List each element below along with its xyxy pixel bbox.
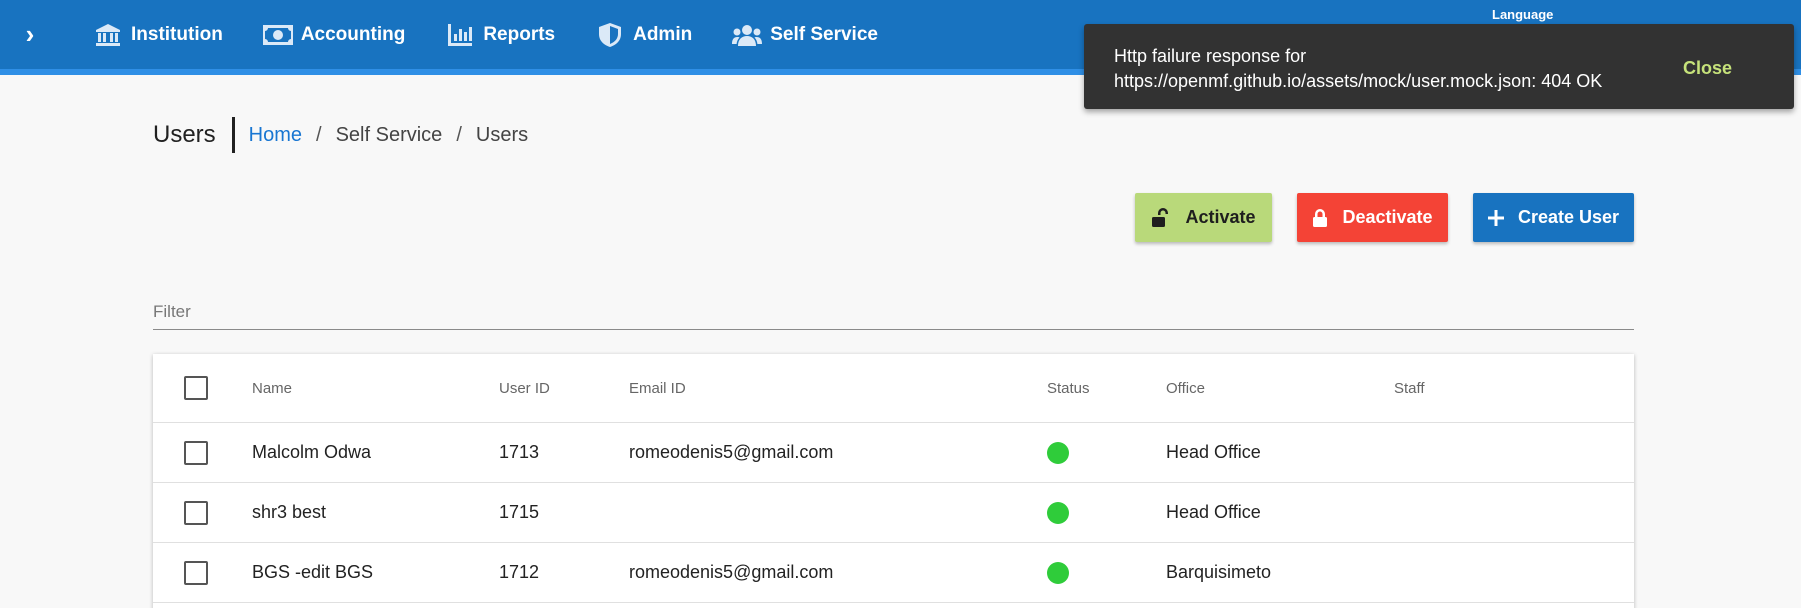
row-checkbox[interactable]	[184, 440, 208, 465]
sidebar-toggle-chevron-icon[interactable]: ›	[18, 20, 42, 48]
nav-item-label: Accounting	[300, 24, 406, 45]
deactivate-button[interactable]: Deactivate	[1297, 193, 1448, 242]
language-label: Language	[1492, 7, 1554, 22]
user-office: Head Office	[1166, 442, 1261, 462]
row-select-cell	[184, 483, 208, 542]
filter-field	[153, 298, 1634, 330]
nav-item-label: Self Service	[770, 24, 878, 45]
table-row[interactable]: BGS -edit BGS 1712 romeodenis5@gmail.com…	[153, 543, 1634, 603]
breadcrumb: Home / Self Service / Users	[249, 124, 528, 147]
filter-input[interactable]	[153, 298, 1634, 326]
column-header-user-id[interactable]: User ID	[499, 354, 550, 422]
create-user-button[interactable]: Create User	[1473, 193, 1634, 242]
nav-item-label: Institution	[131, 24, 223, 45]
column-header-staff[interactable]: Staff	[1394, 354, 1425, 422]
deactivate-label: Deactivate	[1342, 207, 1433, 227]
status-cell	[1047, 543, 1069, 602]
nav-item-self-service[interactable]: Self Service	[732, 18, 878, 52]
row-select-cell	[184, 423, 208, 482]
breadcrumb-self-service: Self Service	[335, 123, 443, 146]
nav-item-reports[interactable]: Reports	[445, 18, 555, 52]
nav-item-accounting[interactable]: Accounting	[262, 18, 406, 52]
status-active-indicator	[1047, 441, 1069, 464]
select-all-checkbox[interactable]	[184, 376, 208, 400]
money-icon	[262, 23, 293, 47]
snackbar-close-button[interactable]: Close	[1683, 58, 1732, 79]
user-name: shr3 best	[252, 502, 327, 522]
table-row[interactable]: Malcolm Odwa 1713 romeodenis5@gmail.com …	[153, 423, 1634, 483]
nav-item-label: Admin	[633, 24, 693, 45]
status-cell	[1047, 483, 1069, 542]
row-checkbox[interactable]	[184, 500, 208, 525]
shield-icon	[595, 23, 625, 47]
user-id: 1713	[499, 442, 540, 462]
table-header-row: Name User ID Email ID Status Office Staf…	[153, 354, 1634, 423]
user-office: Barquisimeto	[1166, 562, 1272, 582]
user-id: 1715	[499, 502, 540, 522]
breadcrumb-home-link[interactable]: Home	[249, 124, 302, 147]
row-select-cell	[184, 543, 208, 602]
nav-item-label: Reports	[483, 24, 556, 45]
user-office: Head Office	[1166, 502, 1261, 522]
user-email: romeodenis5@gmail.com	[629, 562, 834, 582]
snackbar-message: Http failure response for https://openmf…	[1114, 46, 1603, 91]
status-active-indicator	[1047, 501, 1069, 524]
institution-icon	[93, 23, 123, 47]
breadcrumb-separator: /	[456, 123, 462, 146]
bar-chart-icon	[445, 23, 475, 47]
user-name: Malcolm Odwa	[252, 442, 372, 462]
create-user-label: Create User	[1517, 207, 1620, 227]
user-email: romeodenis5@gmail.com	[629, 442, 834, 462]
user-id: 1712	[499, 562, 540, 582]
lock-open-icon	[1151, 207, 1171, 228]
error-snackbar: Http failure response for https://openmf…	[1084, 24, 1794, 109]
column-header-name[interactable]: Name	[252, 354, 292, 422]
status-active-indicator	[1047, 561, 1069, 584]
column-header-status[interactable]: Status	[1047, 354, 1090, 422]
breadcrumb-users: Users	[475, 123, 529, 146]
table-row[interactable]: shr3 best 1715 Head Office	[153, 483, 1634, 543]
main-nav: Institution Accounting Reports Admin Sel…	[93, 18, 918, 52]
page-title: Users	[153, 117, 235, 153]
users-icon	[732, 23, 763, 47]
status-cell	[1047, 423, 1069, 482]
page-header: Users Home / Self Service / Users	[153, 117, 528, 153]
lock-icon	[1312, 208, 1328, 228]
nav-item-institution[interactable]: Institution	[93, 18, 223, 52]
select-all-cell	[184, 354, 208, 422]
plus-icon	[1487, 209, 1504, 226]
column-header-email[interactable]: Email ID	[629, 354, 686, 422]
column-header-office[interactable]: Office	[1166, 354, 1205, 422]
activate-label: Activate	[1185, 207, 1256, 227]
activate-button[interactable]: Activate	[1135, 193, 1272, 242]
row-checkbox[interactable]	[184, 560, 208, 585]
breadcrumb-separator: /	[316, 123, 322, 146]
users-table: Name User ID Email ID Status Office Staf…	[153, 354, 1634, 608]
user-name: BGS -edit BGS	[252, 562, 374, 582]
nav-item-admin[interactable]: Admin	[595, 18, 692, 52]
